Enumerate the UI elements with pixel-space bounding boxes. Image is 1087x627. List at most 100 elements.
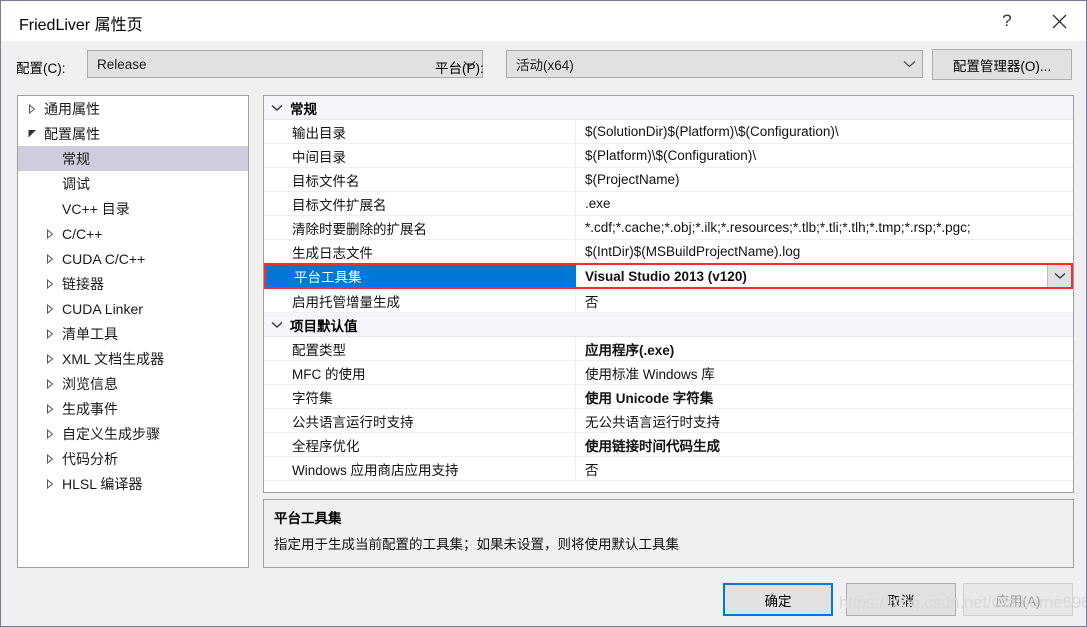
help-icon[interactable]: ? xyxy=(984,1,1030,41)
chevron-right-icon[interactable] xyxy=(42,228,58,239)
description-text: 指定用于生成当前配置的工具集；如果未设置，则将使用默认工具集 xyxy=(274,537,679,552)
configuration-toolbar: 配置(C): Release 平台(P): 活动(x64) 配置管理器(O)..… xyxy=(1,41,1086,91)
property-value[interactable]: $(ProjectName) xyxy=(576,168,1073,191)
property-value[interactable]: 否 xyxy=(576,289,1073,312)
chevron-right-icon[interactable] xyxy=(42,453,58,464)
property-row[interactable]: 清除时要删除的扩展名 *.cdf;*.cache;*.obj;*.ilk;*.re… xyxy=(264,216,1073,240)
property-value[interactable]: 使用链接时间代码生成 xyxy=(576,433,1073,456)
property-row[interactable]: 目标文件扩展名 .exe xyxy=(264,192,1073,216)
property-row[interactable]: 输出目录 $(SolutionDir)$(Platform)\$(Configur… xyxy=(264,120,1073,144)
property-name: 输出目录 xyxy=(264,120,576,143)
tree-item[interactable]: 自定义生成步骤 xyxy=(18,421,248,446)
chevron-right-icon[interactable] xyxy=(42,328,58,339)
configuration-dropdown[interactable]: Release xyxy=(87,50,483,78)
property-pages-dialog: FriedLiver 属性页 ? 配置(C): Release 平台(P): 活… xyxy=(0,0,1087,627)
tree-item[interactable]: 通用属性 xyxy=(18,96,248,121)
property-name: 字符集 xyxy=(264,385,576,408)
tree-item[interactable]: 生成事件 xyxy=(18,396,248,421)
property-group-header[interactable]: 常规 xyxy=(264,96,1073,120)
configuration-label: 配置(C): xyxy=(16,61,66,76)
chevron-right-icon[interactable] xyxy=(42,278,58,289)
configuration-value: Release xyxy=(97,56,147,72)
property-value[interactable]: 使用 Unicode 字符集 xyxy=(576,385,1073,408)
platform-dropdown[interactable]: 活动(x64) xyxy=(506,50,923,78)
property-group-header[interactable]: 项目默认值 xyxy=(264,313,1073,337)
property-value[interactable]: .exe xyxy=(576,192,1073,215)
tree-item[interactable]: 常规 xyxy=(18,146,248,171)
chevron-down-icon xyxy=(896,60,922,68)
cancel-button[interactable]: 取消 xyxy=(846,583,956,616)
property-value[interactable]: 应用程序(.exe) xyxy=(576,337,1073,360)
property-value[interactable]: $(IntDir)$(MSBuildProjectName).log xyxy=(576,240,1073,263)
chevron-right-icon[interactable] xyxy=(42,403,58,414)
property-name: 目标文件名 xyxy=(264,168,576,191)
property-row[interactable]: 全程序优化 使用链接时间代码生成 xyxy=(264,433,1073,457)
property-row[interactable]: 字符集 使用 Unicode 字符集 xyxy=(264,385,1073,409)
tree-item-label: HLSL 编译器 xyxy=(62,475,143,492)
property-name: 公共语言运行时支持 xyxy=(264,409,576,432)
tree-item[interactable]: HLSL 编译器 xyxy=(18,471,248,496)
tree-item[interactable]: 配置属性 xyxy=(18,121,248,146)
property-value[interactable]: Visual Studio 2013 (v120) xyxy=(576,265,1047,287)
chevron-down-icon[interactable] xyxy=(264,321,290,329)
property-value-dropdown-button[interactable] xyxy=(1047,265,1071,287)
property-value[interactable]: 无公共语言运行时支持 xyxy=(576,409,1073,432)
chevron-right-icon[interactable] xyxy=(42,428,58,439)
property-name: 目标文件扩展名 xyxy=(264,192,576,215)
title-bar: FriedLiver 属性页 ? xyxy=(1,1,1086,41)
property-row[interactable]: Windows 应用商店应用支持否 xyxy=(264,457,1073,481)
property-value[interactable]: *.cdf;*.cache;*.obj;*.ilk;*.resources;*.… xyxy=(576,216,1073,239)
property-row[interactable]: 公共语言运行时支持 无公共语言运行时支持 xyxy=(264,409,1073,433)
chevron-right-icon[interactable] xyxy=(42,353,58,364)
description-panel: 平台工具集 指定用于生成当前配置的工具集；如果未设置，则将使用默认工具集 xyxy=(263,499,1074,568)
property-name: 中间目录 xyxy=(264,144,576,167)
property-value[interactable]: 否 xyxy=(576,457,1073,480)
tree-item[interactable]: C/C++ xyxy=(18,221,248,246)
tree-item[interactable]: 代码分析 xyxy=(18,446,248,471)
property-row[interactable]: 启用托管增量生成否 xyxy=(264,289,1073,313)
ok-button[interactable]: 确定 xyxy=(723,583,833,616)
tree-item-label: 常规 xyxy=(62,150,90,167)
property-value[interactable]: $(SolutionDir)$(Platform)\$(Configuratio… xyxy=(576,120,1073,143)
tree-item[interactable]: VC++ 目录 xyxy=(18,196,248,221)
property-tree[interactable]: 通用属性 配置属性常规调试 VC++ 目录 C/C++ CUDA C/C++ 链接器 CUD… xyxy=(17,95,249,568)
tree-item[interactable]: CUDA Linker xyxy=(18,296,248,321)
tree-item-label: VC++ 目录 xyxy=(62,200,130,217)
tree-item[interactable]: 链接器 xyxy=(18,271,248,296)
property-row[interactable]: 生成日志文件 $(IntDir)$(MSBuildProjectName).log xyxy=(264,240,1073,264)
property-row[interactable]: MFC 的使用 使用标准 Windows 库 xyxy=(264,361,1073,385)
tree-item-label: 代码分析 xyxy=(62,450,118,467)
property-row-selected[interactable]: 平台工具集 Visual Studio 2013 (v120) xyxy=(264,263,1073,289)
chevron-right-icon[interactable] xyxy=(42,478,58,489)
apply-button[interactable]: 应用(A) xyxy=(963,583,1073,616)
tree-item-label: XML 文档生成器 xyxy=(62,350,165,367)
property-name: 启用托管增量生成 xyxy=(264,289,576,312)
chevron-right-icon[interactable] xyxy=(42,253,58,264)
triangle-down-icon[interactable] xyxy=(24,129,40,138)
tree-item[interactable]: 清单工具 xyxy=(18,321,248,346)
tree-item[interactable]: 浏览信息 xyxy=(18,371,248,396)
property-name: Windows 应用商店应用支持 xyxy=(264,457,576,480)
property-name: 清除时要删除的扩展名 xyxy=(264,216,576,239)
configuration-manager-button[interactable]: 配置管理器(O)... xyxy=(932,49,1072,80)
chevron-right-icon[interactable] xyxy=(42,378,58,389)
platform-value: 活动(x64) xyxy=(516,58,574,73)
tree-item-label: C/C++ xyxy=(62,225,103,242)
tree-item[interactable]: CUDA C/C++ xyxy=(18,246,248,271)
tree-item[interactable]: 调试 xyxy=(18,171,248,196)
property-grid[interactable]: 常规 输出目录 $(SolutionDir)$(Platform)\$(Config… xyxy=(263,95,1074,493)
property-name: MFC 的使用 xyxy=(264,361,576,384)
property-value[interactable]: $(Platform)\$(Configuration)\ xyxy=(576,144,1073,167)
property-row[interactable]: 中间目录 $(Platform)\$(Configuration)\ xyxy=(264,144,1073,168)
chevron-down-icon[interactable] xyxy=(264,104,290,112)
tree-item-label: 调试 xyxy=(62,175,90,192)
property-name: 平台工具集 xyxy=(266,265,576,287)
chevron-right-icon[interactable] xyxy=(42,303,58,314)
property-value[interactable]: 使用标准 Windows 库 xyxy=(576,361,1073,384)
chevron-right-icon[interactable] xyxy=(24,103,40,114)
property-row[interactable]: 目标文件名 $(ProjectName) xyxy=(264,168,1073,192)
tree-item[interactable]: XML 文档生成器 xyxy=(18,346,248,371)
close-icon[interactable] xyxy=(1036,1,1082,41)
tree-item-label: 生成事件 xyxy=(62,400,118,417)
property-row[interactable]: 配置类型 应用程序(.exe) xyxy=(264,337,1073,361)
